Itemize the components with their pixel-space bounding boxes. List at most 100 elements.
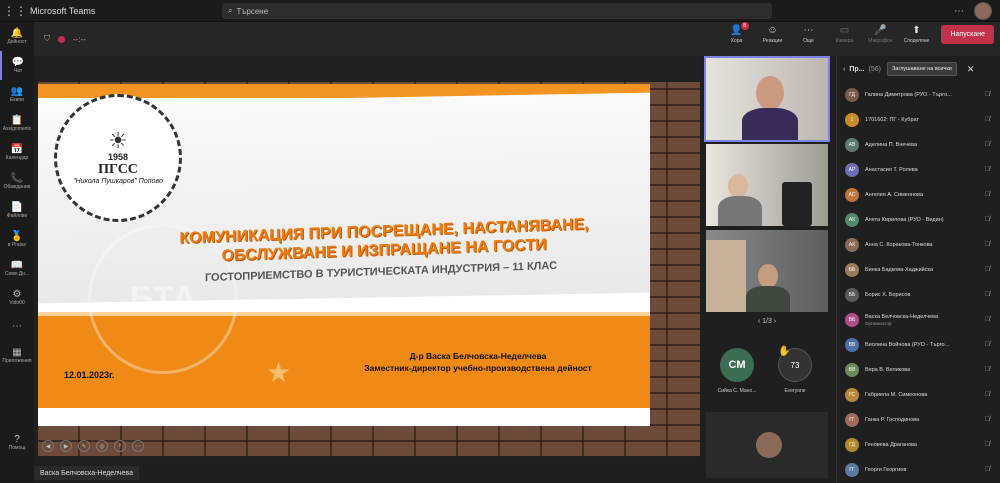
close-icon[interactable]: ✕	[967, 64, 975, 75]
rail-item-praise[interactable]: 🏅 в Praise	[0, 225, 34, 254]
participant-row[interactable]: ГГ Георги Георгиев 🎙̸	[837, 457, 1000, 482]
mic-button[interactable]: 🎤 Микрофон	[865, 24, 895, 44]
zoom-icon[interactable]: ⌕	[114, 440, 126, 452]
mic-off-icon: 🎙̸	[984, 91, 990, 98]
mic-off-icon: 🎙̸	[984, 141, 990, 148]
chevron-left-icon[interactable]: ‹	[843, 66, 845, 73]
mic-off-icon: 🎙̸	[984, 266, 990, 273]
search-input[interactable]: ⌕ Търсене	[222, 3, 772, 19]
chevron-right-icon[interactable]: ›	[774, 318, 776, 325]
participant-row[interactable]: ГГ Ганка Р. Господинова 🎙̸	[837, 407, 1000, 432]
app-launcher-icon[interactable]: ⋮⋮	[0, 4, 30, 18]
praise-icon: 🏅	[10, 231, 24, 242]
calendar-icon: 📅	[10, 144, 24, 155]
rail-help[interactable]: ? Помощ	[0, 428, 34, 457]
people-button[interactable]: 👤 8 Хора	[721, 22, 751, 44]
participant-name: Васка Белчовска-Неделчева Организатор	[865, 314, 975, 326]
slide-controls: ◀ ▶ ✎ ◎ ⌕ ⋯	[38, 436, 698, 456]
more-icon: ⋯	[803, 25, 814, 36]
rail-label: Семе.Дн...	[4, 271, 30, 277]
logo-subtitle: "Никола Пушкаров" Попово	[73, 178, 163, 185]
participant-row[interactable]: ВВ Виолина Войнова (РУО - Търго... 🎙̸	[837, 332, 1000, 357]
rail-label: Дейност	[7, 39, 27, 45]
participant-row[interactable]: ВВ Вяра В. Великова 🎙̸	[837, 357, 1000, 382]
prev-slide-icon[interactable]: ◀	[42, 440, 54, 452]
video-tile-1[interactable]	[704, 56, 830, 142]
participant-avatar: ББ	[845, 262, 859, 277]
share-button[interactable]: ⬆ Споделяне	[901, 24, 931, 44]
toolbar-label: Споделяне	[903, 38, 930, 44]
participant-avatar: АВ	[845, 137, 859, 152]
rail-item-book[interactable]: 📖 Семе.Дн...	[0, 254, 34, 283]
participant-row[interactable]: ГД Галина Димитрова (РУО - Търгo... 🎙̸	[837, 82, 1000, 107]
participant-role: Организатор	[865, 320, 892, 326]
rail-item-assignments[interactable]: 📋 Assignments	[0, 109, 34, 138]
participant-row[interactable]: ГС Габриела М. Симеонова 🎙̸	[837, 382, 1000, 407]
participant-name: Анета Кирилова (РУО - Видин)	[865, 216, 944, 223]
participant-row[interactable]: АС Ангелия А. Симеонова 🎙̸	[837, 182, 1000, 207]
everyone-count: 73	[790, 360, 800, 370]
participant-name: Аделина П. Внечева	[865, 141, 918, 148]
chat-icon: 💬	[11, 57, 25, 68]
rail-label: Assignments	[2, 126, 32, 132]
bell-icon: 🔔	[10, 28, 24, 39]
mic-off-icon: 🎙̸	[984, 241, 990, 248]
participant-row[interactable]: ББ Бинка Бадкова-Хаджийска 🎙̸	[837, 257, 1000, 282]
rail-item-files[interactable]: 📄 Файлове	[0, 196, 34, 225]
participant-face	[758, 264, 778, 288]
camera-button[interactable]: ▭ Камера	[829, 24, 859, 44]
toolbar-label: Хора	[730, 38, 743, 44]
leave-button[interactable]: Напускане	[941, 24, 994, 44]
participant-row[interactable]: ГД Генoвева Драганова 🎙̸	[837, 432, 1000, 457]
rail-label: Vido00	[9, 300, 25, 306]
participant-row[interactable]: ВБ Васка Белчовска-Неделчева Организатор …	[837, 307, 1000, 332]
app-rail: 🔔 Дейност 💬 Чат 👥 Екипи 📋 Assignments 📅 Кале…	[0, 22, 34, 483]
avatar-sm[interactable]: СМ	[720, 348, 754, 382]
more-slide-icon[interactable]: ⋯	[132, 440, 144, 452]
self-video-tile[interactable]	[706, 412, 828, 478]
participant-name: Габриела М. Симеонова	[865, 391, 928, 398]
mute-all-button[interactable]: Заглушаване на всички	[886, 62, 957, 76]
reactions-button[interactable]: ☺ Реакции	[757, 24, 787, 44]
participant-row[interactable]: АК Анета Кирилова (РУО - Видин) 🎙̸	[837, 207, 1000, 232]
rail-item-more[interactable]: ⋯	[0, 312, 34, 341]
participant-row[interactable]: АВ Аделина П. Внечева 🎙̸	[837, 132, 1000, 157]
meeting-timer: --:--	[73, 34, 86, 44]
participant-name: Анастасия Т. Ролева	[865, 166, 918, 173]
rail-item-chat[interactable]: 💬 Чат	[0, 51, 34, 80]
laser-icon[interactable]: ◎	[96, 440, 108, 452]
participant-row[interactable]: ББ Борис Х. Борисов 🎙̸	[837, 282, 1000, 307]
participant-row[interactable]: АР Анастасия Т. Ролева 🎙̸	[837, 157, 1000, 182]
gallery-pager[interactable]: ‹ 1/3 ›	[704, 318, 830, 325]
more-icon: ⋯	[12, 321, 22, 332]
mic-off-icon: 🎙̸	[984, 366, 990, 373]
video-tile-3[interactable]	[706, 230, 828, 312]
participant-avatar: ГС	[845, 387, 859, 402]
pen-icon[interactable]: ✎	[78, 440, 90, 452]
mic-off-icon: 🎙̸	[984, 341, 990, 348]
mic-off-icon: 🎙̸	[984, 416, 990, 423]
book-icon: 📖	[10, 260, 24, 271]
files-icon: 📄	[10, 202, 24, 213]
more-button[interactable]: ⋯ Още	[793, 24, 823, 44]
more-options-icon[interactable]: ⋯	[954, 6, 964, 17]
rail-item-apps[interactable]: ⚙ Vido00	[0, 283, 34, 312]
participant-row[interactable]: АК Анна С. Коракова-Тонкова 🎙̸	[837, 232, 1000, 257]
presentation-slide: ☀ 1958 ПГСС "Никола Пушкаров" Попово БТА…	[38, 84, 650, 426]
shared-screen: ☀ 1958 ПГСС "Никола Пушкаров" Попово БТА…	[34, 56, 700, 458]
user-avatar[interactable]	[974, 2, 992, 20]
participant-name: Ангелия А. Симеонова	[865, 191, 923, 198]
participant-row[interactable]: 1 1701602: ПГ - Кубрат 🎙̸	[837, 107, 1000, 132]
rail-item-store[interactable]: ▦ Приложения	[0, 341, 34, 370]
rail-item-calls[interactable]: 📞 Обаждания	[0, 167, 34, 196]
sun-icon: ☀	[108, 128, 128, 153]
participant-avatar: АР	[845, 162, 859, 177]
video-tile-2[interactable]	[706, 144, 828, 226]
next-slide-icon[interactable]: ▶	[60, 440, 72, 452]
rail-item-bell[interactable]: 🔔 Дейност	[0, 22, 34, 51]
reactions-icon: ☺	[767, 25, 778, 36]
chevron-left-icon[interactable]: ‹	[758, 318, 760, 325]
rail-item-teams[interactable]: 👥 Екипи	[0, 80, 34, 109]
rail-item-calendar[interactable]: 📅 Календар	[0, 138, 34, 167]
toolbar-label: Реакции	[762, 38, 783, 44]
